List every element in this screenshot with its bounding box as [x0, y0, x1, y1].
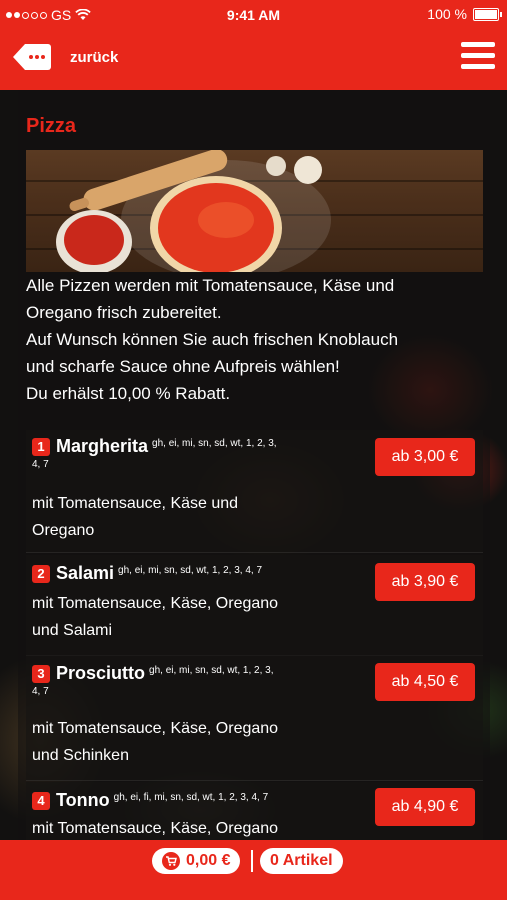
menu-item-salami[interactable]: 2 Salami gh, ei, mi, sn, sd, wt, 1, 2, 3, …	[26, 555, 483, 656]
item-name: Tonno	[56, 790, 110, 810]
price-button[interactable]: ab 3,90 €	[375, 563, 475, 601]
item-number-badge: 1	[32, 438, 50, 456]
back-button-label[interactable]: zurück	[70, 49, 118, 66]
cart-count-button[interactable]: 0 Artikel	[260, 848, 343, 874]
item-allergens-continued: 4, 7	[32, 686, 49, 697]
cart-total: 0,00 €	[186, 852, 231, 869]
nav-bar: zurück	[0, 30, 507, 90]
item-description: mit Tomatensauce, Käse, Oregano und Schi…	[32, 715, 332, 769]
hamburger-menu-icon[interactable]	[461, 42, 495, 72]
item-header: 2 Salami gh, ei, mi, sn, sd, wt, 1, 2, 3, …	[32, 563, 332, 584]
desc-line: und Schinken	[32, 747, 129, 764]
item-number-badge: 3	[32, 665, 50, 683]
category-title: Pizza	[26, 115, 77, 137]
status-bar: GS 9:41 AM 100 %	[0, 0, 507, 30]
category-image	[26, 150, 483, 272]
item-allergens: gh, ei, mi, sn, sd, wt, 1, 2, 3, 4, 7	[118, 565, 263, 576]
item-number-badge: 2	[32, 565, 50, 583]
battery-info: 100 %	[427, 6, 502, 22]
cart-item-count: 0 Artikel	[270, 852, 333, 869]
menu-item-margherita[interactable]: 1 Margherita gh, ei, mi, sn, sd, wt, 1, 2,…	[26, 430, 483, 553]
menu-item-tonno[interactable]: 4 Tonno gh, ei, fi, mi, sn, sd, wt, 1, 2, …	[26, 782, 483, 841]
cart-bar: 0,00 € 0 Artikel	[0, 840, 507, 900]
item-allergens-continued: 4, 7	[32, 459, 49, 470]
category-description: Alle Pizzen werden mit Tomatensauce, Käs…	[26, 272, 496, 407]
item-description: mit Tomatensauce, Käse, Oregano und Sala…	[32, 590, 332, 644]
divider	[251, 850, 253, 872]
item-allergens: gh, ei, mi, sn, sd, wt, 1, 2, 3,	[149, 665, 274, 676]
desc-line: Oregano	[32, 522, 95, 539]
cart-total-button[interactable]: 0,00 €	[152, 848, 241, 874]
item-header: 3 Prosciutto gh, ei, mi, sn, sd, wt, 1, 2,…	[32, 663, 332, 697]
item-header: 4 Tonno gh, ei, fi, mi, sn, sd, wt, 1, 2, …	[32, 790, 332, 811]
price-button[interactable]: ab 3,00 €	[375, 438, 475, 476]
desc-line: mit Tomatensauce, Käse, Oregano	[32, 820, 279, 837]
desc-line: mit Tomatensauce, Käse, Oregano	[32, 595, 279, 612]
intro-line: und scharfe Sauce ohne Aufpreis wählen!	[26, 357, 340, 376]
desc-line: und Salami	[32, 622, 113, 639]
item-header: 1 Margherita gh, ei, mi, sn, sd, wt, 1, 2,…	[32, 436, 332, 470]
intro-line: Du erhälst 10,00 % Rabatt.	[26, 384, 231, 403]
price-button[interactable]: ab 4,90 €	[375, 788, 475, 826]
item-allergens: gh, ei, fi, mi, sn, sd, wt, 1, 2, 3, 4, …	[113, 792, 269, 803]
item-name: Prosciutto	[56, 663, 146, 683]
back-arrow-tag-icon[interactable]	[12, 42, 52, 72]
shopping-cart-icon	[162, 852, 180, 870]
desc-line: mit Tomatensauce, Käse, Oregano	[32, 720, 279, 737]
item-name: Margherita	[56, 436, 149, 456]
intro-line: Oregano frisch zubereitet.	[26, 303, 222, 322]
item-number-badge: 4	[32, 792, 50, 810]
intro-line: Alle Pizzen werden mit Tomatensauce, Käs…	[26, 276, 395, 295]
item-name: Salami	[56, 563, 115, 583]
item-description: mit Tomatensauce, Käse und Oregano	[32, 490, 332, 544]
item-allergens: gh, ei, mi, sn, sd, wt, 1, 2, 3,	[152, 438, 277, 449]
menu-item-prosciutto[interactable]: 3 Prosciutto gh, ei, mi, sn, sd, wt, 1, 2,…	[26, 655, 483, 781]
battery-percent: 100 %	[427, 6, 467, 22]
item-description: mit Tomatensauce, Käse, Oregano	[32, 815, 332, 840]
intro-line: Auf Wunsch können Sie auch frischen Knob…	[26, 330, 399, 349]
battery-icon	[473, 7, 502, 21]
price-button[interactable]: ab 4,50 €	[375, 663, 475, 701]
desc-line: mit Tomatensauce, Käse und	[32, 495, 239, 512]
